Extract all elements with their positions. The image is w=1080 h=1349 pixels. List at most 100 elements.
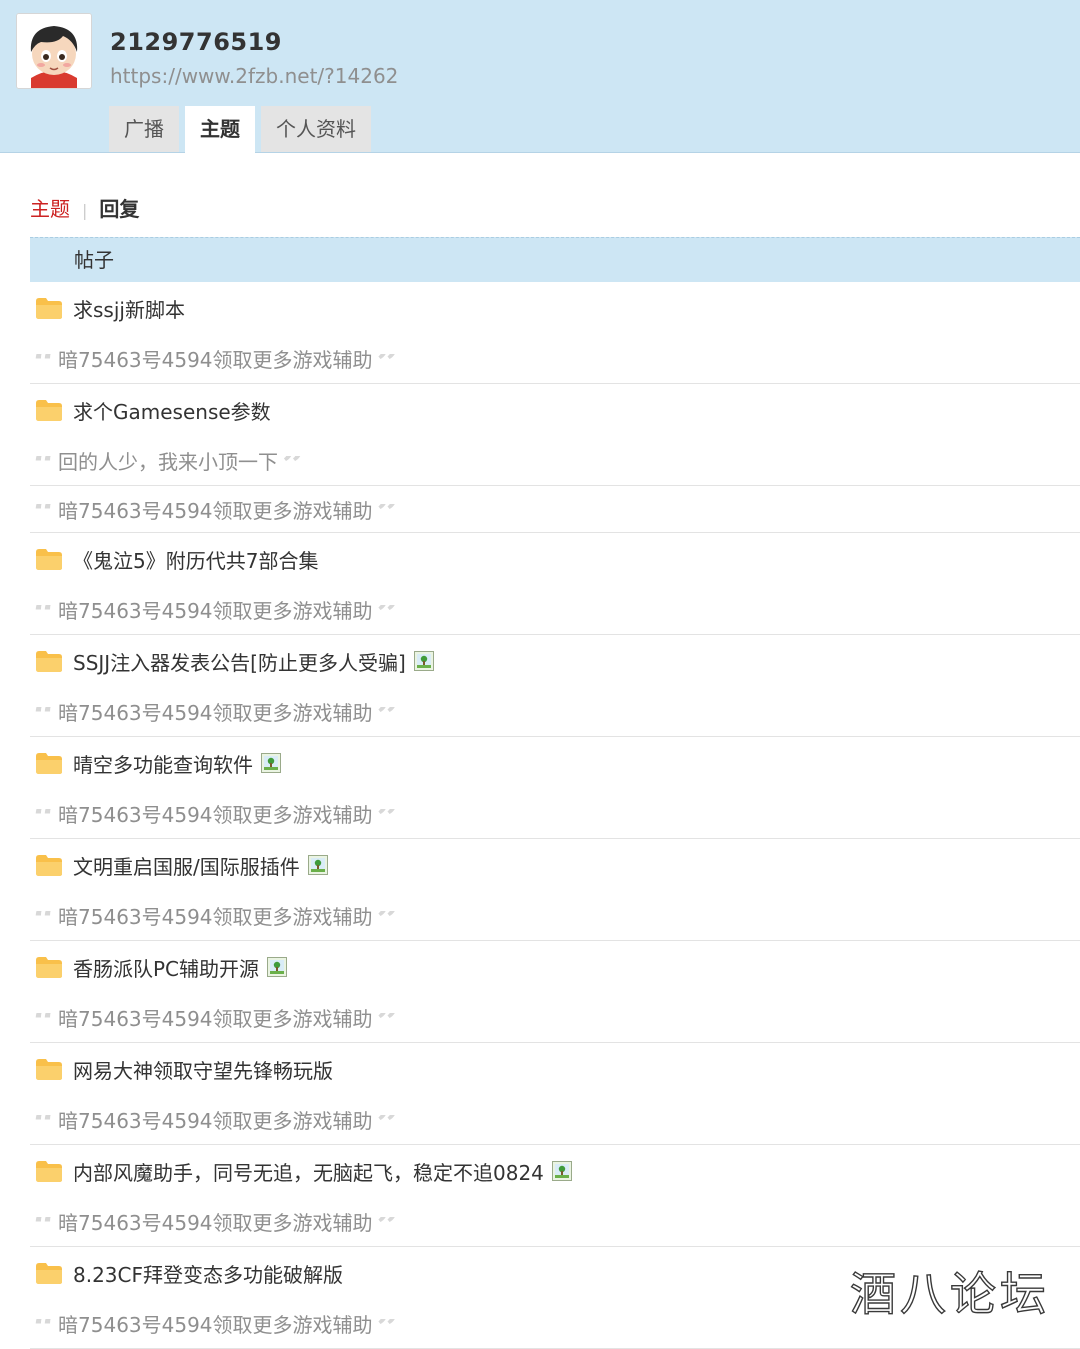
post-title[interactable]: 求个Gamesense参数 [73, 396, 271, 425]
folder-icon [35, 296, 63, 320]
folder-icon [35, 547, 63, 571]
image-attachment-icon [267, 957, 288, 977]
reply-text: 暗75463号4594领取更多游戏辅助 [58, 1007, 373, 1031]
post-title[interactable]: 求ssjj新脚本 [73, 294, 185, 323]
subnav: 主题 | 回复 [30, 194, 139, 224]
quote-open-icon: “ [33, 456, 56, 478]
subnav-topics-link[interactable]: 主题 [30, 197, 70, 221]
reply-preview: “暗75463号4594领取更多游戏辅助” [30, 1095, 1080, 1144]
reply-text: 暗75463号4594领取更多游戏辅助 [58, 348, 373, 372]
image-attachment-icon [413, 651, 434, 671]
post-title-row[interactable]: SSJJ注入器发表公告[防止更多人受骗] [30, 635, 1080, 687]
tab-broadcast[interactable]: 广播 [109, 106, 179, 152]
quote-open-icon: “ [33, 707, 56, 729]
quote-close-icon: ” [377, 354, 400, 376]
post-title[interactable]: 网易大神领取守望先锋畅玩版 [73, 1055, 333, 1084]
list-item[interactable]: SSJJ注入器发表公告[防止更多人受骗] “暗75463号4594领取更多游戏辅助… [30, 635, 1080, 737]
reply-text: 暗75463号4594领取更多游戏辅助 [58, 1109, 373, 1133]
post-title-row[interactable]: 求个Gamesense参数 [30, 384, 1080, 436]
post-title[interactable]: 8.23CF拜登变态多功能破解版 [73, 1259, 343, 1288]
quote-close-icon: ” [377, 504, 400, 526]
reply-preview: “暗75463号4594领取更多游戏辅助” [30, 993, 1080, 1042]
list-item[interactable]: 《鬼泣5》附历代共7部合集 “暗75463号4594领取更多游戏辅助” [30, 533, 1080, 635]
reply-preview: “暗75463号4594领取更多游戏辅助” [30, 891, 1080, 940]
quote-close-icon: ” [377, 707, 400, 729]
reply-text: 暗75463号4594领取更多游戏辅助 [58, 1211, 373, 1235]
folder-icon [35, 751, 63, 775]
quote-open-icon: “ [33, 1319, 56, 1341]
tab-profile-info[interactable]: 个人资料 [261, 106, 371, 152]
list-item[interactable]: 内部风魔助手，同号无追，无脑起飞，稳定不追0824 “暗75463号4594领取更… [30, 1145, 1080, 1247]
list-item[interactable]: 香肠派队PC辅助开源 “暗75463号4594领取更多游戏辅助” [30, 941, 1080, 1043]
quote-open-icon: “ [33, 354, 56, 376]
quote-open-icon: “ [33, 1115, 56, 1137]
reply-preview: “暗75463号4594领取更多游戏辅助” [30, 789, 1080, 838]
reply-text: 回的人少，我来小顶一下 [58, 450, 279, 474]
list-item[interactable]: 求个Gamesense参数“回的人少，我来小顶一下”“暗75463号4594领取… [30, 384, 1080, 533]
reply-preview: “暗75463号4594领取更多游戏辅助” [30, 687, 1080, 736]
folder-icon [35, 1261, 63, 1285]
subnav-replies-link[interactable]: 回复 [99, 197, 139, 221]
reply-text: 暗75463号4594领取更多游戏辅助 [58, 1313, 373, 1337]
avatar-cartoon-icon [17, 14, 91, 88]
post-list: 帖子 求ssjj新脚本“暗75463号4594领取更多游戏辅助”求个Gamese… [30, 237, 1080, 1349]
post-title-row[interactable]: 网易大神领取守望先锋畅玩版 [30, 1043, 1080, 1095]
quote-close-icon: ” [377, 1013, 400, 1035]
quote-open-icon: “ [33, 1013, 56, 1035]
quote-open-icon: “ [33, 504, 56, 526]
reply-preview: “回的人少，我来小顶一下” [30, 436, 1080, 485]
image-attachment-icon [261, 753, 281, 773]
post-title[interactable]: 文明重启国服/国际服插件 [73, 851, 300, 880]
quote-close-icon: ” [377, 809, 400, 831]
post-title-row[interactable]: 香肠派队PC辅助开源 [30, 941, 1080, 993]
folder-icon [35, 1159, 63, 1183]
reply-text: 暗75463号4594领取更多游戏辅助 [58, 701, 373, 725]
reply-preview: “暗75463号4594领取更多游戏辅助” [30, 585, 1080, 634]
quote-close-icon: ” [377, 1115, 400, 1137]
image-attachment-icon [307, 855, 328, 875]
profile-uid: 2129776519 [110, 28, 282, 56]
reply-preview: “暗75463号4594领取更多游戏辅助” [30, 1197, 1080, 1246]
profile-header: 2129776519 https://www.2fzb.net/?14262 广… [0, 0, 1080, 153]
post-title[interactable]: 内部风魔助手，同号无追，无脑起飞，稳定不追0824 [73, 1157, 544, 1186]
profile-url[interactable]: https://www.2fzb.net/?14262 [110, 64, 398, 88]
reply-preview: “暗75463号4594领取更多游戏辅助” [30, 485, 1080, 532]
quote-close-icon: ” [377, 605, 400, 627]
reply-text: 暗75463号4594领取更多游戏辅助 [58, 905, 373, 929]
quote-open-icon: “ [33, 809, 56, 831]
post-title-row[interactable]: 内部风魔助手，同号无追，无脑起飞，稳定不追0824 [30, 1145, 1080, 1197]
list-item[interactable]: 晴空多功能查询软件 “暗75463号4594领取更多游戏辅助” [30, 737, 1080, 839]
subnav-separator: | [82, 201, 88, 220]
quote-open-icon: “ [33, 1217, 56, 1239]
folder-icon [35, 649, 63, 673]
reply-text: 暗75463号4594领取更多游戏辅助 [58, 498, 373, 523]
reply-text: 暗75463号4594领取更多游戏辅助 [58, 599, 373, 623]
reply-text: 暗75463号4594领取更多游戏辅助 [58, 803, 373, 827]
post-title[interactable]: SSJJ注入器发表公告[防止更多人受骗] [73, 647, 406, 676]
post-title[interactable]: 晴空多功能查询软件 [73, 749, 253, 778]
quote-close-icon: ” [377, 1319, 400, 1341]
list-item[interactable]: 文明重启国服/国际服插件 “暗75463号4594领取更多游戏辅助” [30, 839, 1080, 941]
reply-preview: “暗75463号4594领取更多游戏辅助” [30, 334, 1080, 383]
quote-close-icon: ” [377, 1217, 400, 1239]
post-title-row[interactable]: 文明重启国服/国际服插件 [30, 839, 1080, 891]
list-item[interactable]: 求ssjj新脚本 “暗75463号4594领取更多游戏辅助” [30, 282, 1080, 384]
folder-icon [35, 853, 63, 877]
tab-topics[interactable]: 主题 [185, 106, 255, 153]
folder-icon [35, 955, 63, 979]
post-title[interactable]: 香肠派队PC辅助开源 [73, 953, 259, 982]
list-item[interactable]: 网易大神领取守望先锋畅玩版 “暗75463号4594领取更多游戏辅助” [30, 1043, 1080, 1145]
quote-open-icon: “ [33, 911, 56, 933]
quote-close-icon: ” [377, 911, 400, 933]
quote-open-icon: “ [33, 605, 56, 627]
post-title-row[interactable]: 求ssjj新脚本 [30, 282, 1080, 334]
post-title-row[interactable]: 晴空多功能查询软件 [30, 737, 1080, 789]
folder-icon [35, 1057, 63, 1081]
quote-close-icon: ” [282, 456, 305, 478]
image-attachment-icon [551, 1161, 572, 1181]
post-title[interactable]: 《鬼泣5》附历代共7部合集 [73, 545, 318, 574]
avatar[interactable] [16, 13, 92, 89]
post-title-row[interactable]: 《鬼泣5》附历代共7部合集 [30, 533, 1080, 585]
profile-tabs: 广播 主题 个人资料 [109, 106, 377, 153]
watermark-logo: 酒八论坛 [849, 1266, 1050, 1321]
